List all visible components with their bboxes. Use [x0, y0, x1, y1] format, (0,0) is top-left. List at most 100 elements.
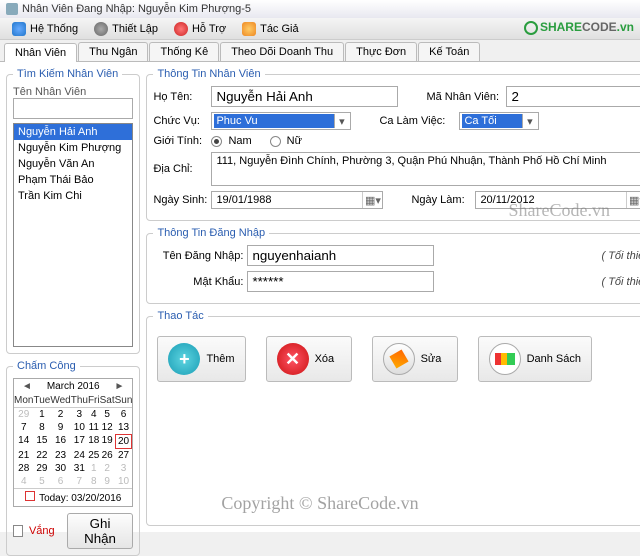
menu-thiet-lap[interactable]: Thiết Lập	[86, 20, 166, 38]
list-icon	[489, 343, 521, 375]
pass-hint: ( Tối thiểu 6 ký tự )	[601, 276, 640, 288]
employee-list[interactable]: Nguyễn Hải Anh Nguyễn Kim Phượng Nguyễn …	[13, 123, 133, 347]
cal-day[interactable]: 1	[88, 462, 100, 475]
ngaylam-field[interactable]: ▦▾	[475, 191, 640, 209]
lbl-user: Tên Đăng Nhập:	[153, 250, 243, 262]
window-title: Nhân Viên Đang Nhập: Nguyễn Kim Phượng-5	[22, 3, 251, 15]
them-button[interactable]: +Thêm	[157, 336, 245, 382]
menu-tac-gia[interactable]: Tác Giả	[234, 20, 307, 38]
tab-thu-ngan[interactable]: Thu Ngân	[78, 42, 148, 61]
cal-day[interactable]: 3	[115, 462, 133, 475]
menu-bar: Hệ Thống Thiết Lập Hỗ Trợ Tác Giả SHAREC…	[0, 18, 640, 40]
tab-thong-ke[interactable]: Thống Kê	[149, 42, 219, 61]
cham-cong-group: Chấm Công ◄ March 2016 ► MonTueWedThuFri…	[6, 360, 140, 556]
cal-day[interactable]: 8	[88, 475, 100, 488]
cal-day[interactable]: 15	[33, 434, 50, 449]
sua-button[interactable]: Sửa	[372, 336, 458, 382]
cal-day[interactable]: 10	[115, 475, 133, 488]
cal-day[interactable]: 9	[100, 475, 115, 488]
system-icon	[12, 22, 26, 36]
calendar[interactable]: ◄ March 2016 ► MonTueWedThuFriSatSun2912…	[13, 378, 133, 507]
cal-day[interactable]: 14	[14, 434, 33, 449]
cal-day[interactable]: 16	[50, 434, 70, 449]
cal-day[interactable]: 29	[14, 408, 33, 421]
cal-day[interactable]: 11	[88, 421, 100, 434]
cal-day[interactable]: 12	[100, 421, 115, 434]
cal-month[interactable]: March 2016	[47, 381, 100, 392]
username-field[interactable]	[247, 245, 434, 266]
calendar-icon[interactable]: ▦▾	[362, 192, 382, 208]
ghi-nhan-button[interactable]: Ghi Nhận	[67, 513, 134, 549]
cal-day[interactable]: 20	[115, 434, 133, 449]
cal-day[interactable]: 6	[50, 475, 70, 488]
list-item[interactable]: Nguyễn Hải Anh	[14, 124, 132, 140]
cal-day[interactable]: 4	[14, 475, 33, 488]
ca-combo[interactable]: Ca Tối▾	[459, 112, 539, 130]
danh-sach-button[interactable]: Danh Sách	[478, 336, 592, 382]
cal-day[interactable]: 25	[88, 449, 100, 462]
cal-day[interactable]: 27	[115, 449, 133, 462]
plus-icon: +	[168, 343, 200, 375]
cal-day[interactable]: 23	[50, 449, 70, 462]
cal-day[interactable]: 8	[33, 421, 50, 434]
cal-today[interactable]: Today: 03/20/2016	[14, 488, 132, 506]
cal-day[interactable]: 9	[50, 421, 70, 434]
cal-day[interactable]: 29	[33, 462, 50, 475]
cal-day[interactable]: 2	[50, 408, 70, 421]
list-item[interactable]: Phạm Thái Bảo	[14, 172, 132, 188]
lbl-ns: Ngày Sinh:	[153, 194, 207, 206]
menu-ho-tro[interactable]: Hỗ Trợ	[166, 20, 234, 38]
gear-icon	[94, 22, 108, 36]
login-group: Thông Tin Đăng Nhập Tên Đăng Nhập: ( Tối…	[146, 227, 640, 304]
cal-day[interactable]: 18	[88, 434, 100, 449]
cal-day[interactable]: 31	[71, 462, 88, 475]
diachi-field[interactable]	[211, 152, 640, 186]
cal-day[interactable]: 5	[100, 408, 115, 421]
cal-prev[interactable]: ◄	[18, 381, 36, 392]
tab-nhan-vien[interactable]: Nhân Viên	[4, 43, 77, 62]
manv-field[interactable]	[506, 86, 640, 107]
cal-day[interactable]: 22	[33, 449, 50, 462]
password-field[interactable]	[247, 271, 434, 292]
cal-day[interactable]: 17	[71, 434, 88, 449]
cal-day[interactable]: 10	[71, 421, 88, 434]
cal-day[interactable]: 26	[100, 449, 115, 462]
cal-day[interactable]: 24	[71, 449, 88, 462]
cal-day[interactable]: 5	[33, 475, 50, 488]
vang-checkbox[interactable]	[13, 525, 23, 537]
cal-day[interactable]: 19	[100, 434, 115, 449]
chevron-down-icon: ▾	[522, 114, 536, 128]
list-item[interactable]: Nguyễn Kim Phượng	[14, 140, 132, 156]
list-item[interactable]: Nguyễn Văn An	[14, 156, 132, 172]
calendar-icon[interactable]: ▦▾	[626, 192, 640, 208]
cal-day[interactable]: 13	[115, 421, 133, 434]
cal-day[interactable]: 3	[71, 408, 88, 421]
cal-day[interactable]: 2	[100, 462, 115, 475]
tab-ke-toan[interactable]: Kế Toán	[418, 42, 480, 61]
tab-thuc-don[interactable]: Thực Đơn	[345, 42, 417, 61]
help-icon	[174, 22, 188, 36]
cal-day[interactable]: 1	[33, 408, 50, 421]
cc-legend: Chấm Công	[13, 360, 80, 372]
cal-day[interactable]: 4	[88, 408, 100, 421]
cal-day[interactable]: 7	[14, 421, 33, 434]
chucvu-combo[interactable]: Phuc Vu▾	[211, 112, 351, 130]
xoa-button[interactable]: ✕Xóa	[266, 336, 352, 382]
ngaysinh-field[interactable]: ▦▾	[211, 191, 383, 209]
cal-day[interactable]: 28	[14, 462, 33, 475]
radio-nam[interactable]	[211, 136, 222, 147]
lbl-gt: Giới Tính:	[153, 135, 207, 147]
tab-doanh-thu[interactable]: Theo Dõi Doanh Thu	[220, 42, 344, 61]
menu-he-thong[interactable]: Hệ Thống	[4, 20, 86, 38]
cal-day[interactable]: 6	[115, 408, 133, 421]
delete-icon: ✕	[277, 343, 309, 375]
cal-day[interactable]: 30	[50, 462, 70, 475]
cal-day[interactable]: 21	[14, 449, 33, 462]
list-item[interactable]: Trần Kim Chi	[14, 188, 132, 204]
hoten-field[interactable]	[211, 86, 398, 107]
search-input[interactable]	[13, 98, 133, 119]
vang-label: Vắng	[29, 525, 55, 537]
cal-next[interactable]: ►	[111, 381, 129, 392]
radio-nu[interactable]	[270, 136, 281, 147]
cal-day[interactable]: 7	[71, 475, 88, 488]
